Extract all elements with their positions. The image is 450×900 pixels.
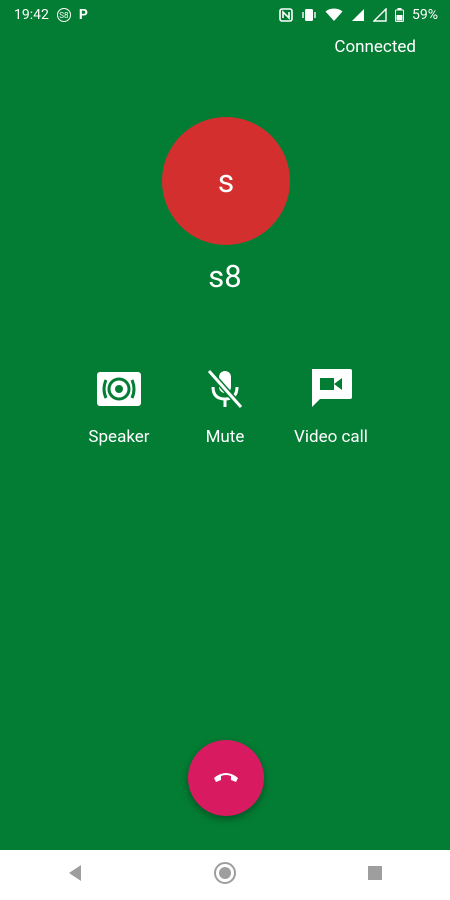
- battery-percent: 59%: [412, 7, 438, 23]
- home-button[interactable]: [205, 855, 245, 895]
- end-call-button[interactable]: [188, 740, 264, 816]
- recents-button[interactable]: [355, 855, 395, 895]
- mute-label: Mute: [205, 427, 245, 447]
- speaker-label: Speaker: [88, 427, 150, 447]
- back-icon: [67, 864, 83, 886]
- avatar: s: [162, 117, 290, 245]
- call-status: Connected: [334, 37, 416, 57]
- status-left: 19:42 S8 P: [14, 7, 88, 23]
- call-actions: Speaker Mute Video call: [0, 365, 450, 465]
- parking-icon: P: [78, 7, 88, 23]
- mute-mic-icon: [205, 367, 245, 415]
- navigation-bar: [0, 850, 450, 900]
- home-icon: [213, 861, 237, 889]
- signal-icon-2: [373, 8, 387, 22]
- avatar-letter: s: [217, 162, 235, 200]
- s8-badge-icon: S8: [56, 8, 71, 22]
- speaker-button[interactable]: Speaker: [59, 365, 179, 447]
- video-call-button[interactable]: Video call: [271, 365, 391, 447]
- nfc-icon: [279, 8, 293, 22]
- end-call-icon: [212, 768, 240, 788]
- caller-name: s8: [208, 258, 242, 295]
- signal-icon: [351, 8, 365, 22]
- video-call-icon: [308, 367, 354, 415]
- status-time: 19:42: [14, 7, 49, 23]
- speaker-icon: [96, 371, 142, 411]
- video-call-label: Video call: [294, 427, 368, 447]
- status-right: 59%: [279, 7, 438, 23]
- recents-icon: [367, 865, 383, 885]
- vibrate-icon: [301, 8, 317, 22]
- wifi-icon: [325, 8, 343, 22]
- call-screen: 19:42 S8 P 59% Connected s s8 Speaker Mu…: [0, 0, 450, 850]
- battery-icon: [395, 8, 404, 22]
- status-bar: 19:42 S8 P 59%: [0, 0, 450, 30]
- mute-button[interactable]: Mute: [165, 365, 285, 447]
- back-button[interactable]: [55, 855, 95, 895]
